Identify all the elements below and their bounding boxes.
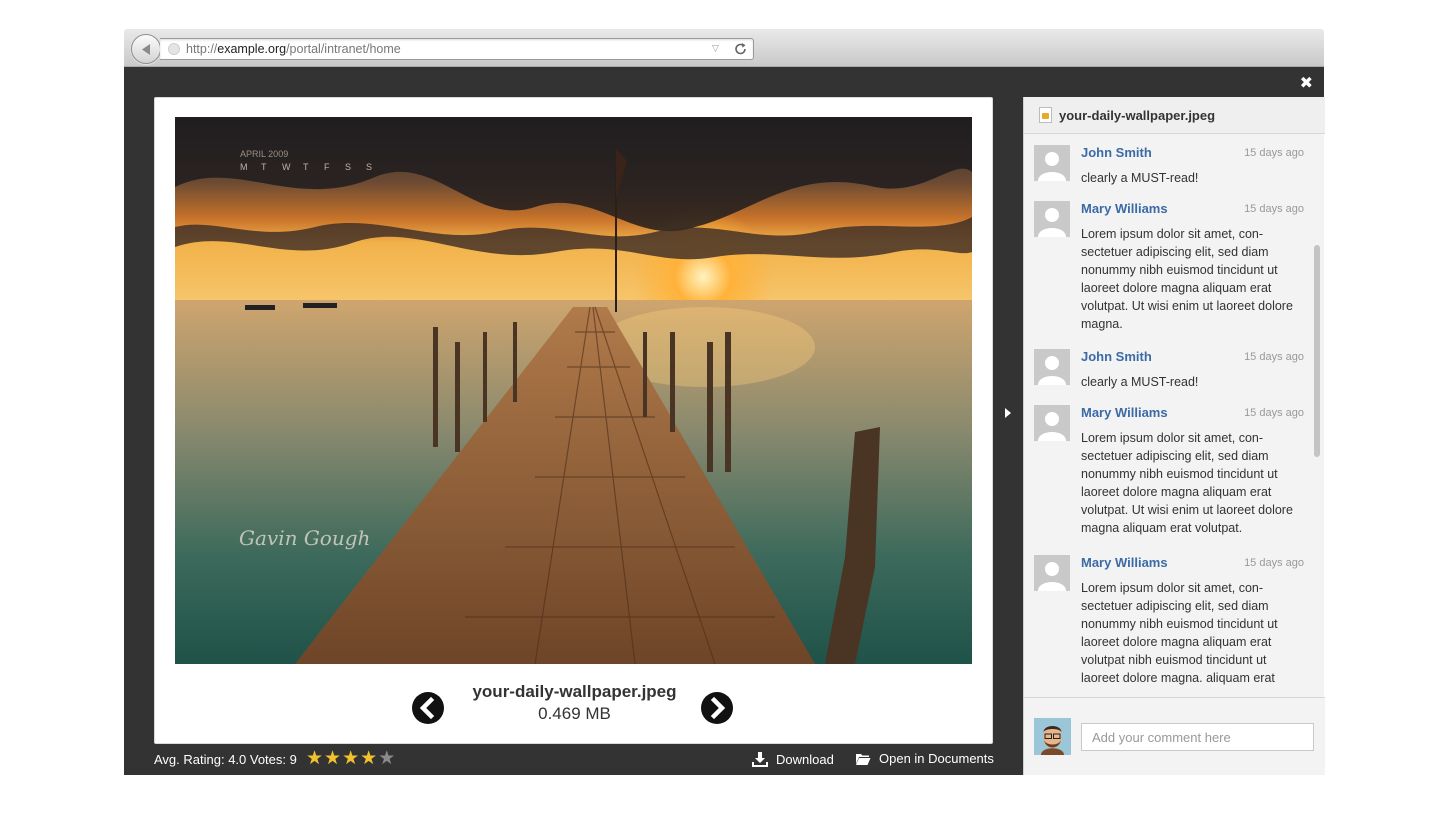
file-name: your-daily-wallpaper.jpeg bbox=[472, 682, 677, 701]
comment-time: 15 days ago bbox=[1244, 203, 1304, 215]
close-icon[interactable]: ✖ bbox=[1300, 75, 1313, 91]
sidebar-title: your-daily-wallpaper.jpeg bbox=[1059, 108, 1216, 123]
avatar bbox=[1034, 145, 1070, 181]
calendar-day: T bbox=[303, 162, 309, 172]
download-button[interactable]: Download bbox=[752, 751, 834, 767]
back-arrow-icon bbox=[142, 44, 150, 55]
calendar-month: APRIL 2009 bbox=[240, 149, 288, 159]
sidebar-header: your-daily-wallpaper.jpeg bbox=[1024, 97, 1325, 134]
avatar bbox=[1034, 349, 1070, 385]
comments-sidebar: your-daily-wallpaper.jpeg John Smith 15 … bbox=[1023, 97, 1325, 775]
collapse-panel-icon[interactable] bbox=[1005, 408, 1011, 418]
dropdown-arrow-icon[interactable]: ▽ bbox=[712, 43, 719, 54]
comments-scrollbar[interactable] bbox=[1314, 245, 1320, 457]
reload-icon[interactable] bbox=[734, 41, 748, 57]
comment-author[interactable]: Mary Williams bbox=[1081, 405, 1168, 420]
comment-text: Lorem ipsum dolor sit amet, con-sectetue… bbox=[1081, 581, 1278, 685]
calendar-day: S bbox=[345, 162, 351, 172]
browser-window: http://example.org/portal/intranet/home … bbox=[124, 29, 1325, 775]
avatar bbox=[1034, 555, 1070, 591]
comment-time: 15 days ago bbox=[1244, 557, 1304, 569]
calendar-day: W bbox=[282, 162, 291, 172]
comment-text: clearly a MUST-read! bbox=[1081, 375, 1199, 389]
current-user-avatar bbox=[1034, 718, 1071, 755]
star-icon[interactable]: ★ bbox=[324, 749, 341, 768]
comment-list[interactable]: John Smith 15 days ago clearly a MUST-re… bbox=[1024, 135, 1325, 697]
comment-author[interactable]: John Smith bbox=[1081, 145, 1152, 160]
photo-image: APRIL 2009 M T W T F S S Gavin Gough bbox=[175, 117, 972, 664]
comment-input[interactable] bbox=[1081, 723, 1314, 751]
file-image-icon bbox=[1039, 107, 1052, 123]
star-rating[interactable]: ★ ★ ★ ★ ★ bbox=[306, 749, 395, 768]
comment-author[interactable]: Mary Williams bbox=[1081, 555, 1168, 570]
star-icon[interactable]: ★ bbox=[342, 749, 359, 768]
star-icon[interactable]: ★ bbox=[360, 749, 377, 768]
comment-text: clearly a MUST-read! bbox=[1081, 171, 1199, 185]
calendar-day: T bbox=[261, 162, 267, 172]
comment-author[interactable]: Mary Williams bbox=[1081, 201, 1168, 216]
avatar bbox=[1034, 405, 1070, 441]
comment-text: Lorem ipsum dolor sit amet, con-sectetue… bbox=[1081, 431, 1293, 535]
rating-summary: Avg. Rating: 4.0 Votes: 9 bbox=[154, 752, 297, 767]
calendar-day: S bbox=[366, 162, 372, 172]
download-icon bbox=[752, 752, 768, 767]
comment-compose bbox=[1024, 697, 1325, 775]
comment-time: 15 days ago bbox=[1244, 351, 1304, 363]
next-button[interactable] bbox=[701, 692, 733, 724]
file-size: 0.469 MB bbox=[538, 704, 611, 723]
open-in-documents-label: Open in Documents bbox=[879, 751, 994, 766]
comment-time: 15 days ago bbox=[1244, 147, 1304, 159]
open-in-documents-button[interactable]: Open in Documents bbox=[855, 751, 994, 766]
lightbox-viewer: ✖ APRIL 2009 M T W T F S S Gavin Gough y… bbox=[124, 67, 1325, 775]
star-icon[interactable]: ★ bbox=[306, 749, 323, 768]
globe-icon bbox=[168, 43, 180, 55]
calendar-day: F bbox=[324, 162, 330, 172]
back-button[interactable] bbox=[131, 34, 161, 64]
comment-author[interactable]: John Smith bbox=[1081, 349, 1152, 364]
address-bar[interactable]: http://example.org/portal/intranet/home … bbox=[160, 38, 754, 60]
avatar bbox=[1034, 201, 1070, 237]
download-label: Download bbox=[776, 751, 834, 767]
comment-text: Lorem ipsum dolor sit amet, con-sectetue… bbox=[1081, 227, 1293, 331]
folder-open-icon bbox=[856, 753, 871, 765]
url-text: http://example.org/portal/intranet/home bbox=[186, 42, 401, 56]
chevron-right-icon bbox=[710, 696, 726, 720]
photo-watermark: Gavin Gough bbox=[239, 526, 370, 550]
calendar-day: M bbox=[240, 162, 248, 172]
browser-toolbar: http://example.org/portal/intranet/home … bbox=[124, 29, 1324, 67]
star-icon[interactable]: ★ bbox=[378, 749, 395, 768]
photo-card: APRIL 2009 M T W T F S S Gavin Gough you… bbox=[154, 97, 993, 744]
comment-time: 15 days ago bbox=[1244, 407, 1304, 419]
